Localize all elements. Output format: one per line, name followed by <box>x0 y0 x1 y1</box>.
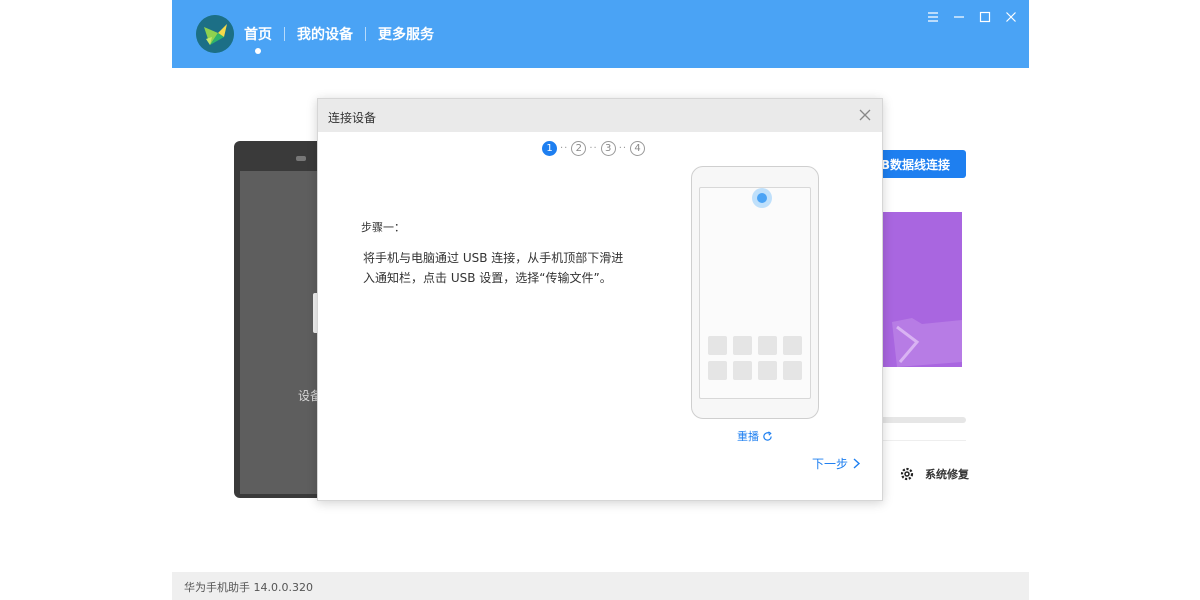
next-step-button[interactable]: 下一步 <box>812 455 861 472</box>
step-connector: ·· <box>560 143 569 154</box>
usb-connect-label: B数据线连接 <box>880 157 950 172</box>
app-icon <box>708 361 727 380</box>
minimize-button[interactable] <box>946 8 972 26</box>
app-icon <box>758 361 777 380</box>
replay-button[interactable]: 重播 <box>737 428 773 444</box>
gear-icon <box>900 467 914 481</box>
phone-animation-screen <box>699 187 811 399</box>
main-nav: 首页 我的设备 更多服务 <box>244 24 434 54</box>
nav-home[interactable]: 首页 <box>244 24 272 54</box>
banner-graphic <box>892 318 962 367</box>
dialog-title: 连接设备 <box>328 111 377 125</box>
app-icon <box>783 336 802 355</box>
minimize-icon <box>954 16 964 18</box>
app-icon <box>733 336 752 355</box>
close-button[interactable] <box>998 8 1024 26</box>
nav-my-devices-label: 我的设备 <box>297 27 353 43</box>
app-icon-grid <box>708 336 802 380</box>
maximize-icon <box>979 11 991 23</box>
status-bar: 华为手机助手 14.0.0.320 <box>172 572 1029 600</box>
connect-device-dialog: 连接设备 1 ·· 2 ·· 3 ·· 4 步骤一： 将手机与电脑通过 USB … <box>317 98 883 501</box>
step-1: 1 <box>542 141 557 156</box>
maximize-button[interactable] <box>972 8 998 26</box>
app-logo <box>196 15 234 53</box>
nav-divider <box>284 27 285 41</box>
chevron-right-icon <box>853 458 861 469</box>
next-step-label: 下一步 <box>812 457 849 471</box>
phone-animation <box>691 166 819 419</box>
step-4: 4 <box>630 141 646 156</box>
nav-more-services[interactable]: 更多服务 <box>378 24 434 44</box>
step-heading: 步骤一： <box>361 221 405 234</box>
app-icon <box>733 361 752 380</box>
step-3: 3 <box>600 141 616 156</box>
app-icon <box>758 336 777 355</box>
close-icon <box>1006 12 1016 22</box>
step-2: 2 <box>571 141 587 156</box>
version-text: 华为手机助手 14.0.0.320 <box>184 581 313 594</box>
nav-more-services-label: 更多服务 <box>378 27 434 43</box>
app-icon <box>783 361 802 380</box>
active-indicator <box>255 48 261 54</box>
system-repair-button[interactable]: 系统修复 <box>899 466 969 482</box>
menu-button[interactable] <box>920 8 946 26</box>
nav-my-devices[interactable]: 我的设备 <box>297 24 353 44</box>
step-instructions: 将手机与电脑通过 USB 连接，从手机顶部下滑进入通知栏，点击 USB 设置，选… <box>363 251 624 285</box>
app-icon <box>708 336 727 355</box>
step-connector: ·· <box>618 143 628 154</box>
replay-icon <box>763 430 772 441</box>
divider <box>872 440 966 441</box>
dialog-close-icon[interactable] <box>858 108 872 122</box>
system-repair-label: 系统修复 <box>925 468 969 481</box>
promo-banner[interactable] <box>872 212 962 367</box>
phone-speaker <box>296 156 306 161</box>
menu-icon <box>928 12 938 22</box>
step-connector: ·· <box>589 143 598 154</box>
window-controls <box>920 8 1024 26</box>
replay-label: 重播 <box>737 430 759 443</box>
title-bar: 首页 我的设备 更多服务 <box>172 0 1029 68</box>
nav-divider <box>365 27 366 41</box>
dialog-header: 连接设备 <box>318 99 882 132</box>
progress-bar <box>872 417 966 423</box>
step-indicator: 1 ·· 2 ·· 3 ·· 4 <box>542 141 646 156</box>
touch-point-icon <box>752 188 772 208</box>
nav-home-label: 首页 <box>244 27 272 43</box>
